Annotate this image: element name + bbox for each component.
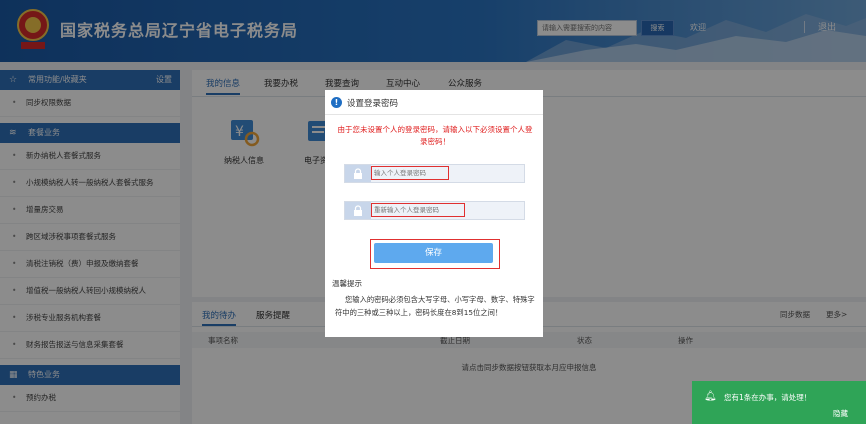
set-password-dialog: ! 设置登录密码 由于您未设置个人的登录密码，请输入以下必须设置个人登录密码！ … — [325, 90, 543, 337]
lock-icon — [345, 202, 371, 219]
lock-icon — [345, 165, 371, 182]
toast-hide-link[interactable]: 隐藏 — [833, 408, 848, 419]
warning-text: 由于您未设置个人的登录密码，请输入以下必须设置个人登录密码！ — [337, 125, 533, 146]
notification-toast[interactable]: 🔔︎ 您有1条在办事，请处理！ 隐藏 — [692, 381, 866, 424]
dialog-header: ! 设置登录密码 — [325, 90, 543, 115]
password-field — [344, 164, 525, 183]
bell-icon: 🔔︎ — [704, 391, 717, 402]
save-button[interactable]: 保存 — [374, 243, 493, 263]
password-input[interactable] — [371, 166, 449, 180]
toast-message: 您有1条在办事，请处理！ — [724, 393, 812, 402]
dialog-title: 设置登录密码 — [347, 99, 399, 109]
tips-title: 温馨提示 — [332, 279, 362, 288]
confirm-password-field — [344, 201, 525, 220]
info-icon: ! — [331, 97, 342, 108]
confirm-password-input[interactable] — [371, 203, 465, 217]
tips-text: 您输入的密码必须包含大写字母、小写字母、数字、特殊字符中的三种或三种以上，密码长… — [335, 295, 535, 317]
